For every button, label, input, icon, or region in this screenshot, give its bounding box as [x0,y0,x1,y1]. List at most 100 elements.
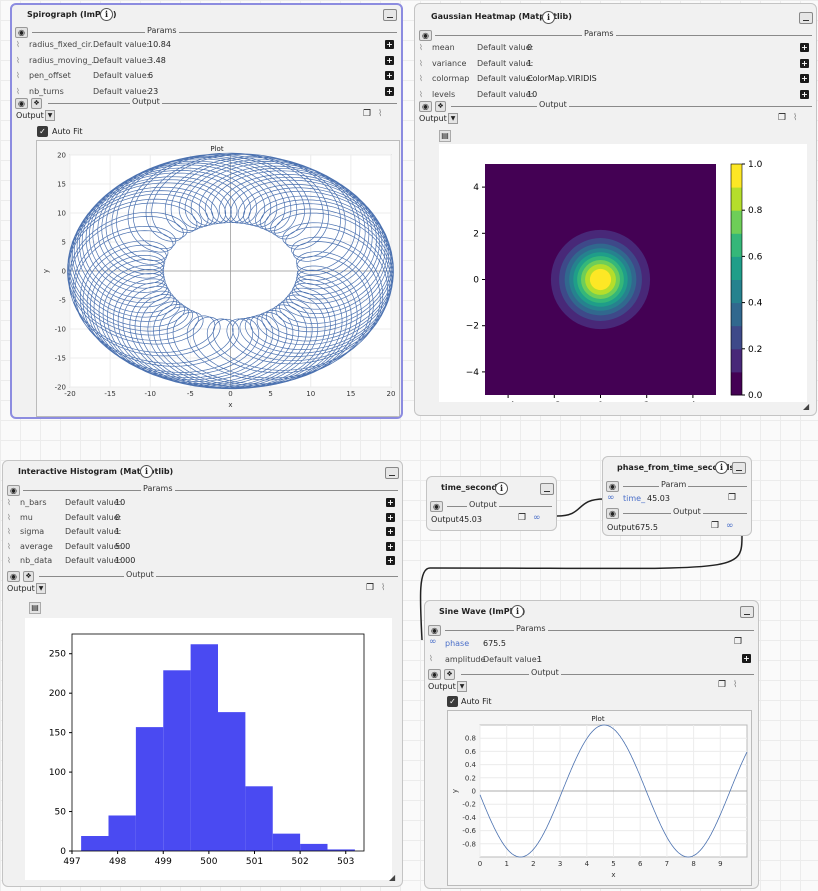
edit-button[interactable]: + [386,498,395,507]
copy-icon[interactable]: ❐ [718,680,726,690]
eye-toggle-button[interactable]: ◉ [419,101,432,112]
plug-icon[interactable]: ⌇ [429,654,433,663]
info-button[interactable]: i [100,8,113,21]
save-button[interactable]: ▤ [29,602,41,614]
plug-icon[interactable]: ⌇ [419,88,423,102]
info-button[interactable]: i [511,605,524,618]
chevron-down-icon[interactable]: ▼ [448,113,458,124]
spirograph-node[interactable]: Spirograph (ImPlot) i ◉ Params ⌇ radius_f… [10,3,403,419]
minimize-button[interactable] [383,9,397,21]
sine-wave-node[interactable]: Sine Wave (ImPlot) i ◉ Params ∞ phase 67… [424,600,759,889]
save-button[interactable]: ▤ [439,130,451,142]
time-seconds-node[interactable]: time_seconds i ◉ Output Output 45.03 ❐ ∞ [426,476,557,531]
eye-toggle-button[interactable]: ◉ [606,508,619,519]
edit-button[interactable]: + [385,55,394,65]
link-icon[interactable]: ∞ [429,637,437,647]
resize-handle-icon[interactable]: ◢ [389,873,398,882]
copy-icon[interactable]: ❐ [363,109,371,119]
info-button[interactable]: i [140,465,153,478]
sine-plot[interactable]: Plot 0 1 2 3 4 5 6 7 8 9 0.8 0.6 0.4 0.2 0 -0.2 -0.4 -0.6 -… [447,711,750,885]
plug-icon[interactable]: ⌇ [7,554,11,568]
y-tick-label: -10 [55,326,66,334]
histogram-node[interactable]: Interactive Histogram (Matplotlib) i ◉ P… [2,460,403,887]
edit-button[interactable]: + [800,58,809,68]
param-name: n_bars [20,498,47,507]
eye-toggle-button[interactable]: ◉ [430,501,443,512]
minimize-button[interactable] [740,606,754,618]
auto-fit-checkbox[interactable]: ✓ [447,696,458,707]
plug-icon[interactable]: ⌇ [16,85,20,99]
edit-button[interactable]: + [385,86,394,96]
edit-button[interactable]: + [800,74,809,83]
edit-button[interactable]: + [385,71,394,80]
chevron-down-icon[interactable]: ▼ [45,110,55,121]
copy-icon[interactable]: ❐ [778,113,786,123]
param-value: 0 [527,43,533,52]
info-button[interactable]: i [542,11,555,24]
minimize-button[interactable] [732,462,746,474]
plug-icon[interactable]: ⌇ [419,72,423,86]
link-icon[interactable]: ∞ [533,513,541,523]
edit-button[interactable]: + [742,654,751,663]
auto-fit-label: Auto Fit [52,127,83,136]
param-row: ⌇ nb_turns Default value: 23 + [12,85,401,99]
plug-icon[interactable]: ⌇ [419,41,423,55]
copy-icon[interactable]: ❐ [711,521,719,531]
info-button[interactable]: i [715,461,728,474]
edit-button[interactable]: + [386,512,395,522]
plug-icon[interactable]: ⌇ [16,38,20,52]
copy-icon[interactable]: ❐ [734,637,742,647]
plug-icon[interactable]: ⌇ [7,511,11,525]
link-icon[interactable]: ∞ [607,493,615,503]
plug-icon[interactable]: ⌇ [378,109,382,119]
plug-icon[interactable]: ⌇ [16,54,20,68]
eye-toggle-button[interactable]: ◉ [419,30,432,41]
edit-button[interactable]: + [800,43,809,52]
plug-icon[interactable]: ⌇ [7,496,11,510]
fit-icon[interactable]: ❖ [23,571,34,582]
minimize-button[interactable] [385,467,399,479]
auto-fit-label: Auto Fit [461,697,492,706]
eye-toggle-button[interactable]: ◉ [428,669,441,680]
minimize-button[interactable] [540,483,554,495]
output-label: Output [124,570,156,579]
eye-toggle-button[interactable]: ◉ [15,27,28,38]
edit-button[interactable]: + [800,89,809,99]
copy-icon[interactable]: ❐ [728,493,736,503]
edit-button[interactable]: + [386,527,395,536]
info-button[interactable]: i [495,482,508,495]
plug-icon[interactable]: ⌇ [381,583,385,593]
chevron-down-icon[interactable]: ▼ [36,583,46,594]
resize-handle-icon[interactable]: ◢ [803,402,812,411]
y-tick-label: −2 [466,322,479,332]
heatmap-node[interactable]: Gaussian Heatmap (Matplotlib) i ◉ Params… [414,3,817,416]
minimize-button[interactable] [799,12,813,24]
eye-toggle-button[interactable]: ◉ [428,625,441,636]
eye-toggle-button[interactable]: ◉ [7,571,20,582]
fit-icon[interactable]: ❖ [31,98,42,109]
fit-icon[interactable]: ❖ [435,101,446,112]
link-icon[interactable]: ∞ [726,521,734,531]
plug-icon[interactable]: ⌇ [7,525,11,539]
plug-icon[interactable]: ⌇ [793,113,797,123]
eye-toggle-button[interactable]: ◉ [15,98,28,109]
plug-icon[interactable]: ⌇ [419,57,423,71]
edit-button[interactable]: + [385,40,394,49]
edit-button[interactable]: + [386,556,395,565]
edit-button[interactable]: + [386,541,395,551]
spirograph-plot[interactable]: Plot-20 -15 -10 -5 0 5 10 15 2020151050-5-10-15-… [36,141,398,416]
copy-icon[interactable]: ❐ [366,583,374,593]
output-label: Output [537,100,569,109]
copy-icon[interactable]: ❐ [518,513,526,523]
phase-from-time-node[interactable]: phase_from_time_seconds i ◉ Param ∞ time… [602,456,752,536]
auto-fit-checkbox[interactable]: ✓ [37,126,48,137]
eye-toggle-button[interactable]: ◉ [606,481,619,492]
plug-icon[interactable]: ⌇ [7,540,11,554]
fit-icon[interactable]: ❖ [444,669,455,680]
eye-toggle-button[interactable]: ◉ [7,485,20,496]
chevron-down-icon[interactable]: ▼ [457,681,467,692]
histogram-plot[interactable]: 497 498 499 500 501 502 503250200150100500 [25,618,392,880]
plug-icon[interactable]: ⌇ [733,680,737,690]
heatmap-plot[interactable]: −4 −2 0 2 4 4 2 0 −2 −4 1.0 0.8 0.6 0.4 0.2 0.0 [439,144,807,402]
plug-icon[interactable]: ⌇ [16,69,20,83]
